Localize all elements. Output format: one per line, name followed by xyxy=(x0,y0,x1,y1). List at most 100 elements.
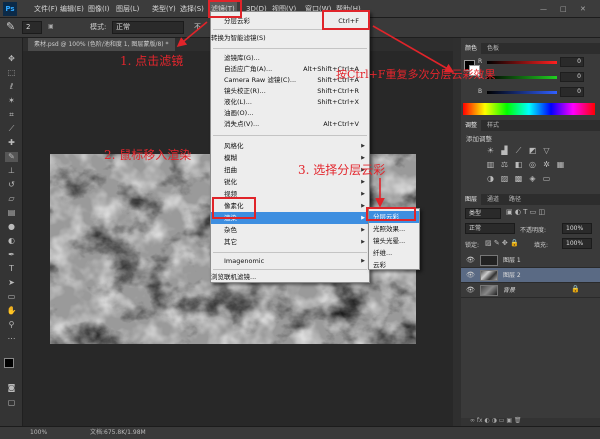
layer-row-background[interactable]: 👁 背景 🔒 xyxy=(461,283,600,298)
gradient-tool-icon[interactable]: ▤ xyxy=(5,208,18,218)
dodge-tool-icon[interactable]: ◐ xyxy=(5,236,18,246)
menu-item-browse-online[interactable]: 浏览联机滤镜... xyxy=(211,271,369,283)
menu-type[interactable]: 类型(Y) xyxy=(152,0,176,18)
selective-color-icon[interactable]: ◈ xyxy=(528,174,537,183)
magic-wand-icon[interactable]: ✶ xyxy=(5,96,18,106)
pen-tool-icon[interactable]: ✒ xyxy=(5,250,18,260)
menu-item-vanishing-point[interactable]: 消失点(V)... Alt+Ctrl+V xyxy=(211,118,369,130)
panel-icon-strip xyxy=(453,38,461,426)
layer-filter-select[interactable]: 类型 xyxy=(465,208,501,219)
menu-item-other[interactable]: 其它 ▶ xyxy=(211,236,369,248)
opacity-label: 不 xyxy=(194,23,201,31)
layer-footer-icons[interactable]: ∞ fx ◐ ◑ ▭ ▣ 🗑 xyxy=(470,417,522,424)
blur-tool-icon[interactable]: ● xyxy=(5,222,18,232)
brush-tool-icon[interactable]: ✎ xyxy=(6,20,15,33)
lasso-tool-icon[interactable]: ℓ xyxy=(5,82,18,92)
eraser-tool-icon[interactable]: ▱ xyxy=(5,194,18,204)
eye-icon[interactable]: 👁 xyxy=(466,271,475,279)
blend-mode-select[interactable]: 正常 xyxy=(465,223,515,234)
submenu-item-fibers[interactable]: 纤维... xyxy=(369,247,419,259)
filter-icons[interactable]: ▣ ◐ T ▭ ◫ xyxy=(506,208,545,216)
eyedropper-tool-icon[interactable]: ⟋ xyxy=(5,124,18,134)
tab-swatches[interactable]: 色板 xyxy=(483,43,503,54)
menu-select[interactable]: 选择(S) xyxy=(180,0,204,18)
layer-row-1[interactable]: 👁 图层 1 xyxy=(461,253,600,268)
history-brush-icon[interactable]: ↺ xyxy=(5,180,18,190)
tab-styles[interactable]: 样式 xyxy=(483,120,503,131)
tab-adjustments[interactable]: 调整 xyxy=(461,120,482,131)
move-tool-icon[interactable]: ✥ xyxy=(5,54,18,64)
menu-item-stylize[interactable]: 风格化 ▶ xyxy=(211,140,369,152)
threshold-icon[interactable]: ▩ xyxy=(514,174,523,183)
hue-saturation-icon[interactable]: ▥ xyxy=(486,160,495,169)
black-white-icon[interactable]: ◧ xyxy=(514,160,523,169)
hand-tool-icon[interactable]: ✋ xyxy=(5,306,18,316)
channel-b-slider[interactable] xyxy=(487,91,557,94)
brightness-icon[interactable]: ☀ xyxy=(486,146,495,155)
photo-filter-icon[interactable]: ◎ xyxy=(528,160,537,169)
levels-icon[interactable]: ▟ xyxy=(500,146,509,155)
fill-field[interactable]: 100% xyxy=(562,238,592,249)
curves-icon[interactable]: ⟋ xyxy=(514,146,523,155)
crop-tool-icon[interactable]: ⌗ xyxy=(5,110,18,120)
zoom-tool-icon[interactable]: ⚲ xyxy=(5,320,18,330)
tab-paths[interactable]: 路径 xyxy=(505,194,525,205)
channel-g-slider[interactable] xyxy=(487,76,557,79)
lock-icon: 🔒 xyxy=(571,285,580,293)
add-adjustment-title: 添加调整 xyxy=(466,135,492,143)
submenu-item-clouds[interactable]: 云彩 xyxy=(369,259,419,271)
minimize-button[interactable]: — xyxy=(540,0,547,18)
channel-r-label: R xyxy=(478,58,483,65)
eye-icon[interactable]: 👁 xyxy=(466,286,475,294)
menu-item-imagenomic[interactable]: Imagenomic ▶ xyxy=(211,255,369,267)
menu-item-noise[interactable]: 杂色 ▶ xyxy=(211,224,369,236)
menu-edit[interactable]: 编辑(E) xyxy=(60,0,84,18)
path-select-icon[interactable]: ➤ xyxy=(5,278,18,288)
posterize-icon[interactable]: ▨ xyxy=(500,174,509,183)
marquee-tool-icon[interactable]: ⬚ xyxy=(5,68,18,78)
more-tools-icon[interactable]: ⋯ xyxy=(5,334,18,344)
foreground-color-swatch[interactable] xyxy=(4,358,14,368)
submenu-item-lighting-effects[interactable]: 光照效果... xyxy=(369,223,419,235)
tab-color[interactable]: 颜色 xyxy=(461,43,482,54)
screen-mode-icon[interactable]: ▢ xyxy=(5,398,18,408)
layer-row-2[interactable]: 👁 图层 2 xyxy=(461,268,600,283)
mode-select[interactable]: 正常 xyxy=(112,21,184,34)
lock-icons[interactable]: ▨ ✎ ✥ 🔒 xyxy=(485,239,519,247)
menu-file[interactable]: 文件(F) xyxy=(34,0,58,18)
color-lookup-icon[interactable]: ▦ xyxy=(556,160,565,169)
close-button[interactable]: ✕ xyxy=(580,0,586,18)
channel-b-value[interactable]: 0 xyxy=(560,87,584,97)
brush-tool-icon[interactable]: ✎ xyxy=(5,152,18,162)
eye-icon[interactable]: 👁 xyxy=(466,256,475,264)
menu-item-convert-smart[interactable]: 转换为智能滤镜(S) xyxy=(211,32,369,44)
shape-tool-icon[interactable]: ▭ xyxy=(5,292,18,302)
annotation-tip: 按Ctrl+F重复多次分层云彩效果 xyxy=(336,68,496,81)
stamp-tool-icon[interactable]: ⊥ xyxy=(5,166,18,176)
color-balance-icon[interactable]: ⚖ xyxy=(500,160,509,169)
invert-icon[interactable]: ◑ xyxy=(486,174,495,183)
menu-layer[interactable]: 图层(L) xyxy=(116,0,139,18)
brush-size-field[interactable]: 2 xyxy=(22,21,42,34)
submenu-item-lens-flare[interactable]: 镜头光晕... xyxy=(369,235,419,247)
color-spectrum-bar[interactable] xyxy=(463,103,595,115)
layer-opacity-field[interactable]: 100% xyxy=(562,223,592,234)
channel-r-slider[interactable] xyxy=(487,61,557,64)
tab-channels[interactable]: 通道 xyxy=(483,194,503,205)
exposure-icon[interactable]: ◩ xyxy=(528,146,537,155)
vibrance-icon[interactable]: ▽ xyxy=(542,146,551,155)
healing-tool-icon[interactable]: ✚ xyxy=(5,138,18,148)
channel-r-value[interactable]: 0 xyxy=(560,57,584,67)
document-tab[interactable]: 素材.psd @ 100% (色阶/池和度 1, 图层蒙版/8) * xyxy=(28,38,175,51)
quick-mask-icon[interactable]: ◙ xyxy=(5,383,18,393)
tab-layers[interactable]: 图层 xyxy=(461,194,482,205)
channel-g-value[interactable]: 0 xyxy=(560,72,584,82)
maximize-button[interactable]: □ xyxy=(560,0,567,18)
type-tool-icon[interactable]: T xyxy=(5,264,18,274)
gradient-map-icon[interactable]: ▭ xyxy=(542,174,551,183)
brush-panel-icon[interactable]: ▣ xyxy=(48,23,54,30)
menu-image[interactable]: 图像(I) xyxy=(88,0,110,18)
highlight-filter-menu xyxy=(208,0,242,18)
channel-mixer-icon[interactable]: ✲ xyxy=(542,160,551,169)
zoom-level[interactable]: 100% xyxy=(30,427,47,439)
